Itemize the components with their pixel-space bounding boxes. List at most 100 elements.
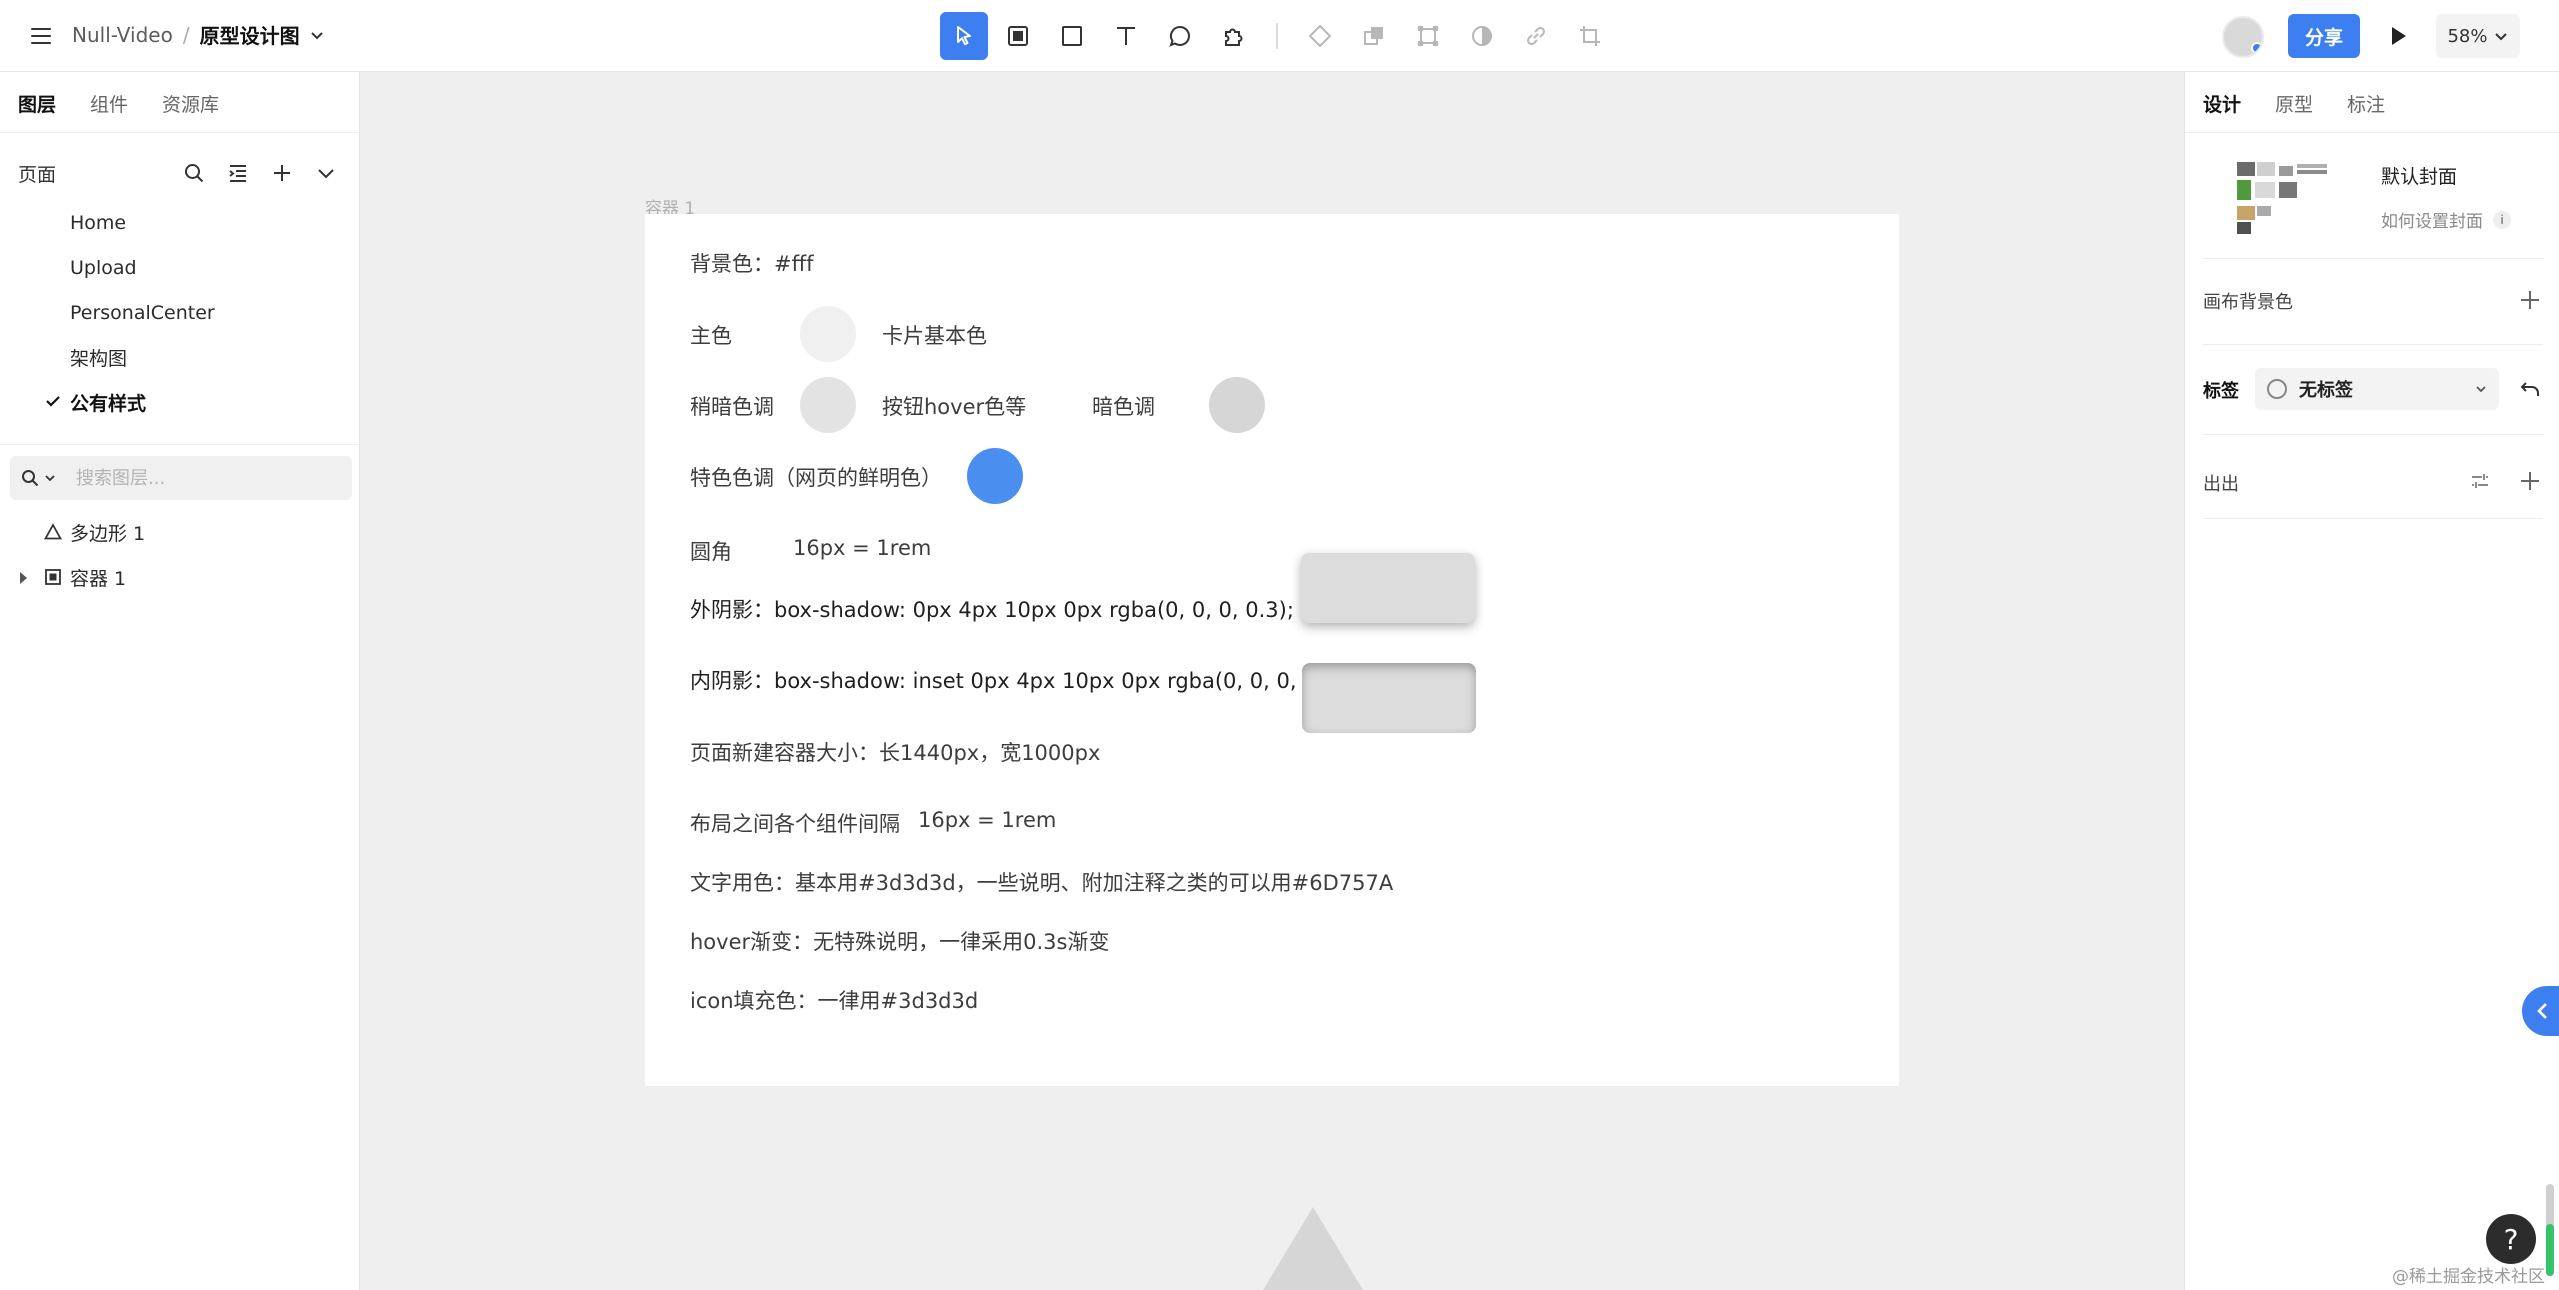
tab-design[interactable]: 设计 (2203, 90, 2241, 117)
divider (2203, 434, 2543, 435)
settings-sliders-icon[interactable] (2469, 470, 2491, 492)
toolbar-divider (1276, 23, 1278, 49)
page-item-upload[interactable]: Upload (0, 245, 360, 290)
spec-darker-desc: 按钮hover色等 (882, 395, 1027, 419)
tab-annotate[interactable]: 标注 (2347, 90, 2385, 117)
zoom-select[interactable]: 58% (2436, 14, 2520, 58)
add-page-button[interactable] (260, 158, 304, 188)
crop-tool[interactable] (1566, 12, 1614, 60)
layer-search-input[interactable] (76, 467, 316, 489)
page-item-architecture[interactable]: 架构图 (0, 335, 360, 380)
layer-tree: 多边形 1 容器 1 (0, 510, 360, 600)
spec-primary-label: 主色 (690, 324, 732, 348)
tab-components[interactable]: 组件 (90, 90, 128, 117)
plugin-tool[interactable] (1210, 12, 1258, 60)
page-label: Upload (70, 256, 137, 279)
transform-icon (1418, 26, 1438, 46)
page-item-public-styles[interactable]: 公有样式 (0, 380, 360, 425)
outer-shadow-sample (1301, 553, 1475, 623)
mask-tool[interactable] (1458, 12, 1506, 60)
tag-label: 标签 (2203, 381, 2239, 402)
sort-list-icon (229, 165, 246, 182)
add-export-plus-icon[interactable] (2519, 470, 2541, 492)
page-label: 架构图 (70, 348, 128, 370)
expand-caret-icon[interactable] (20, 572, 27, 584)
style-guide-frame[interactable]: 背景色：#fff 主色 卡片基本色 稍暗色调 按钮hover色等 暗色调 特色色… (645, 214, 1899, 1086)
minimap-scrollbar[interactable] (2546, 1184, 2554, 1276)
layer-frame[interactable]: 容器 1 (0, 555, 360, 600)
chevron-down-icon (2495, 33, 2508, 41)
select-tool[interactable] (940, 12, 988, 60)
add-canvas-bg-plus-icon[interactable] (2519, 289, 2541, 311)
primary-color-swatch (800, 306, 856, 362)
left-panel: 图层 组件 资源库 页面 Home Upload PersonalCenter … (0, 72, 360, 1290)
share-button[interactable]: 分享 (2288, 14, 2360, 58)
breadcrumb-separator: / (182, 22, 190, 47)
chevron-down-icon (318, 169, 334, 179)
divider (0, 444, 360, 445)
file-name[interactable]: 原型设计图 (200, 20, 300, 49)
puzzle-icon (1225, 28, 1243, 46)
rectangle-tool[interactable] (1048, 12, 1096, 60)
tag-value: 无标签 (2299, 380, 2353, 401)
tab-layers[interactable]: 图层 (18, 90, 56, 117)
online-status-dot (2251, 42, 2262, 54)
darker-color-swatch (800, 377, 856, 433)
top-bar: Null-Video / 原型设计图 分享 58% (0, 0, 2559, 72)
tag-circle-icon (2267, 379, 2287, 399)
cover-thumbnail[interactable] (2235, 162, 2345, 236)
layer-polygon[interactable]: 多边形 1 (0, 510, 360, 555)
frame-icon (1008, 26, 1028, 46)
layer-label: 容器 1 (70, 568, 127, 590)
undo-icon[interactable] (2519, 378, 2541, 400)
page-list: Home Upload PersonalCenter 架构图 公有样式 (0, 200, 360, 425)
boolean-tool[interactable] (1350, 12, 1398, 60)
divider (2203, 258, 2543, 259)
divider (2203, 518, 2543, 519)
link-tool[interactable] (1512, 12, 1560, 60)
spec-radius-value: 16px = 1rem (793, 536, 932, 560)
page-label: 公有样式 (70, 393, 147, 415)
cover-help-link[interactable]: 如何设置封面 i (2381, 207, 2511, 232)
hamburger-menu-icon[interactable] (28, 22, 56, 50)
polygon-shape[interactable] (1263, 1207, 1363, 1290)
project-name[interactable]: Null-Video (72, 23, 173, 47)
spec-hover: hover渐变：无特殊说明，一律采用0.3s渐变 (690, 930, 1110, 954)
spec-inner-shadow: 内阴影：box-shadow: inset 0px 4px 10px 0px r… (690, 669, 1352, 693)
page-item-home[interactable]: Home (0, 200, 360, 245)
text-tool[interactable] (1102, 12, 1150, 60)
user-avatar[interactable] (2222, 16, 2264, 58)
play-icon[interactable] (2384, 22, 2412, 50)
cursor-arrow-icon (957, 26, 971, 46)
export-label: 出出 (2203, 474, 2239, 495)
sort-pages-button[interactable] (216, 158, 260, 188)
chevron-left-icon (2537, 1003, 2547, 1019)
tag-select[interactable]: 无标签 (2255, 368, 2499, 410)
layer-label: 多边形 1 (70, 523, 146, 545)
spec-background: 背景色：#fff (690, 252, 814, 276)
collapse-pages-button[interactable] (304, 158, 348, 188)
pages-label: 页面 (18, 163, 57, 186)
help-button[interactable]: ? (2486, 1214, 2536, 1264)
spec-text-color: 文字用色：基本用#3d3d3d，一些说明、附加注释之类的可以用#6D757A (690, 871, 1394, 895)
spec-primary-desc: 卡片基本色 (882, 324, 987, 348)
search-icon[interactable] (20, 468, 40, 488)
spec-dark-label: 暗色调 (1092, 395, 1155, 419)
chevron-down-icon (2476, 386, 2486, 393)
tab-prototype[interactable]: 原型 (2275, 90, 2313, 117)
left-tabs: 图层 组件 资源库 (18, 90, 219, 117)
comment-tool[interactable] (1156, 12, 1204, 60)
chevron-down-icon[interactable] (44, 472, 56, 484)
triangle-polygon-icon (44, 523, 62, 540)
search-pages-button[interactable] (172, 158, 216, 188)
transform-tool[interactable] (1404, 12, 1452, 60)
page-item-personalcenter[interactable]: PersonalCenter (0, 290, 360, 335)
component-tool[interactable] (1296, 12, 1344, 60)
spec-gap-value: 16px = 1rem (918, 808, 1057, 832)
tab-assets[interactable]: 资源库 (162, 90, 219, 117)
link-icon (1526, 26, 1546, 46)
frame-tool[interactable] (994, 12, 1042, 60)
right-tabs: 设计 原型 标注 (2203, 90, 2385, 117)
info-icon: i (2493, 210, 2511, 229)
chevron-down-icon[interactable] (310, 28, 324, 42)
